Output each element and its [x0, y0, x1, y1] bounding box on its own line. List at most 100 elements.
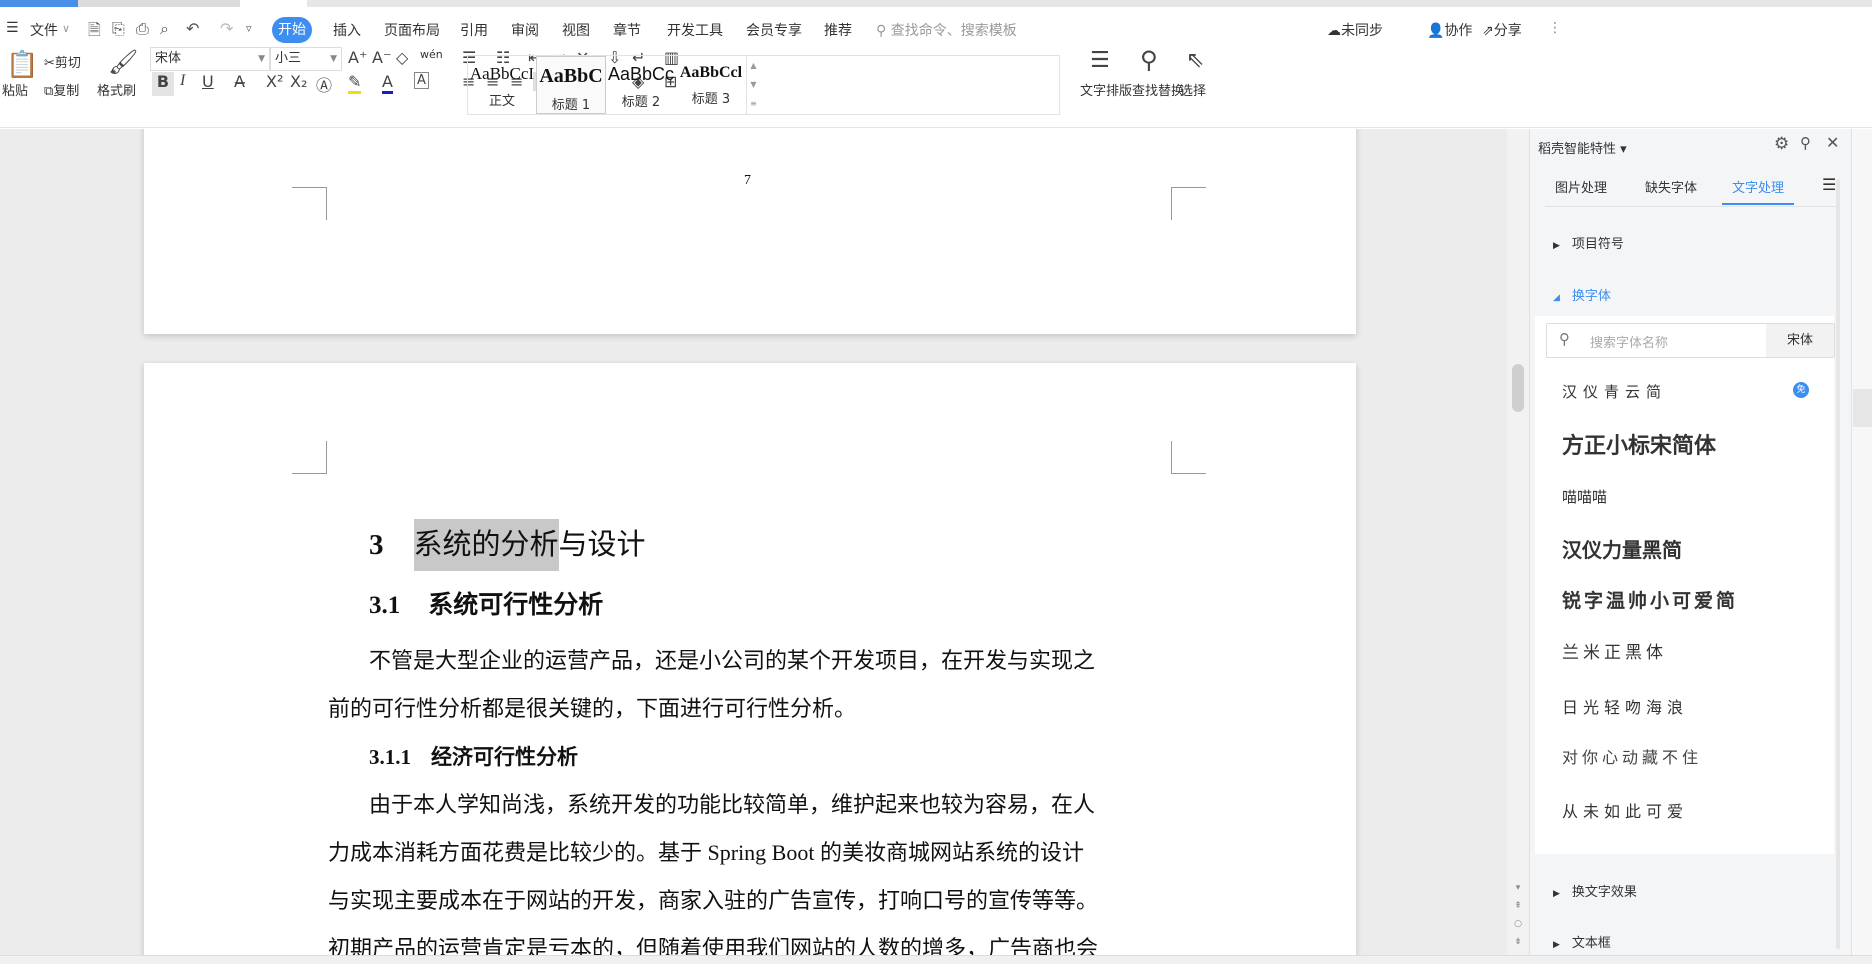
font-item[interactable]: 锐字温帅小可爱简 — [1562, 586, 1738, 613]
font-item[interactable]: 方正小标宋简体 — [1562, 428, 1716, 460]
paragraph-line[interactable]: 由于本人学知尚浅，系统开发的功能比较简单，维护起来也较为容易，在人 — [369, 787, 1095, 819]
tab-page-layout[interactable]: 页面布局 — [384, 20, 440, 40]
collaborate-button[interactable]: 👤协作 — [1427, 20, 1472, 40]
caret-right-icon: ▶ — [1553, 241, 1560, 251]
section-text-effects[interactable]: ▶ 换文字效果 — [1553, 881, 1637, 900]
strikethrough-icon[interactable]: A̶ — [234, 72, 245, 91]
tab-developer[interactable]: 开发工具 — [667, 20, 723, 40]
text-effect-icon[interactable]: Ⓐ — [316, 72, 332, 96]
font-item[interactable]: 汉仪力量黑简 — [1562, 534, 1682, 563]
clear-format-icon[interactable]: ◇ — [396, 48, 408, 67]
chevron-down-icon[interactable]: ∨ — [62, 22, 70, 35]
font-size-select[interactable]: 小三 ▼ — [270, 47, 342, 71]
caret-right-icon: ▶ — [1553, 889, 1560, 899]
section-change-font[interactable]: ◢ 换字体 — [1553, 285, 1611, 304]
format-painter-button[interactable]: 格式刷 — [97, 80, 136, 99]
shrink-font-icon[interactable]: A⁻ — [372, 48, 391, 67]
command-search[interactable]: ⚲ 查找命令、搜索模板 — [876, 20, 1017, 40]
export-pdf-icon[interactable]: ⎘ — [112, 19, 125, 39]
margin-corner — [292, 187, 327, 220]
paragraph-line[interactable]: 与实现主要成本在于网站的开发，商家入驻的广告宣传，打响口号的宣传等等。 — [328, 883, 1098, 915]
tab-missing-fonts[interactable]: 缺失字体 — [1645, 177, 1697, 196]
paragraph-line[interactable]: 不管是大型企业的运营产品，还是小公司的某个开发项目，在开发与实现之 — [369, 643, 1095, 675]
text-layout-button[interactable]: 文字排版 — [1080, 80, 1132, 99]
italic-button[interactable]: I — [180, 72, 185, 90]
hamburger-icon[interactable]: ☰ — [6, 20, 19, 36]
font-item[interactable]: 日光轻吻海浪 — [1562, 694, 1688, 718]
document-canvas[interactable]: 7 3 系统的分析与设计 3.1 系统可行性分析 不管是大型企业的运营产品，还是小公… — [0, 129, 1507, 955]
page-nav-buttons[interactable]: ▾ ⇞ ○ ⇟ — [1512, 879, 1524, 951]
selected-text: 系统的分析 — [413, 519, 559, 571]
tab-member[interactable]: 会员专享 — [746, 20, 802, 40]
style-normal[interactable]: AaBbCcI 正文 — [468, 56, 536, 114]
redo-icon[interactable]: ↷ — [220, 19, 233, 38]
tab-image-processing[interactable]: 图片处理 — [1555, 177, 1607, 196]
save-icon[interactable]: 🗎 — [88, 19, 101, 46]
document-scrollbar[interactable]: ▾ ⇞ ○ ⇟ — [1507, 129, 1529, 955]
more-icon[interactable]: ⋮ — [1548, 20, 1562, 36]
underline-button[interactable]: U — [202, 72, 214, 91]
cloud-icon: ☁ — [1327, 23, 1341, 39]
heading-1[interactable]: 3 系统的分析与设计 — [369, 519, 646, 571]
print-icon[interactable]: ⎙ — [136, 19, 149, 39]
font-item[interactable]: 对你心动藏不住 — [1562, 744, 1702, 768]
font-item[interactable]: 从未如此可爱 — [1562, 798, 1688, 822]
page-7: 7 — [144, 129, 1356, 334]
section-bullets[interactable]: ▶ 项目符号 — [1553, 233, 1624, 252]
font-search-input[interactable]: ⚲ 搜索字体名称 宋体 — [1546, 323, 1835, 358]
font-item[interactable]: 喵喵喵 — [1562, 486, 1607, 507]
scrollbar-thumb[interactable] — [1512, 364, 1524, 412]
tab-view[interactable]: 视图 — [562, 20, 590, 40]
gallery-scroll[interactable]: ▲ ▼ ≡ — [746, 56, 760, 114]
gear-icon[interactable]: ⚙ — [1774, 134, 1789, 154]
style-heading-3[interactable]: AaBbCcl 标题 3 — [676, 56, 746, 114]
panel-scrollbar[interactable] — [1836, 179, 1840, 949]
tab-references[interactable]: 引用 — [460, 20, 488, 40]
cut-button[interactable]: ✂剪切 — [44, 52, 81, 71]
cursor-arrow-icon: ⇖ — [1186, 48, 1205, 73]
file-menu[interactable]: 文件 — [30, 20, 58, 40]
paragraph-line[interactable]: 前的可行性分析都是很关键的，下面进行可行性分析。 — [328, 691, 856, 723]
style-heading-2[interactable]: AaBbCc 标题 2 — [606, 56, 676, 114]
close-icon[interactable]: ✕ — [1826, 133, 1839, 152]
style-heading-1[interactable]: AaBbC 标题 1 — [536, 56, 606, 114]
font-color-icon[interactable]: A — [382, 72, 393, 94]
paste-button[interactable]: 粘贴 — [2, 80, 28, 99]
paragraph-line[interactable]: 力成本消耗方面花费是比较少的。基于 Spring Boot 的美妆商城网站系统的… — [328, 835, 1084, 867]
tab-home[interactable]: 开始 — [272, 17, 312, 43]
grow-font-icon[interactable]: A⁺ — [348, 48, 367, 67]
undo-icon[interactable]: ↶ — [186, 19, 199, 38]
pinyin-guide-button[interactable]: wén — [420, 48, 443, 61]
tab-text-processing[interactable]: 文字处理 — [1722, 177, 1795, 205]
find-replace-button[interactable]: 查找替换 — [1132, 80, 1184, 99]
tab-recommend[interactable]: 推荐 — [824, 20, 852, 40]
tab-chapter[interactable]: 章节 — [613, 20, 641, 40]
sync-status[interactable]: ☁未同步 — [1327, 20, 1383, 40]
panel-title[interactable]: 稻壳智能特性 ▾ — [1538, 138, 1627, 157]
search-icon: ⚲ — [876, 23, 891, 39]
font-family-select[interactable]: 宋体 ▼ — [150, 47, 270, 71]
tab-insert[interactable]: 插入 — [333, 20, 361, 40]
bold-button[interactable]: B — [152, 72, 174, 96]
superscript-icon[interactable]: X² — [266, 72, 283, 91]
heading-2[interactable]: 3.1 系统可行性分析 — [369, 585, 603, 621]
print-preview-icon[interactable]: ⌕ — [160, 19, 169, 39]
highlight-icon[interactable]: ✎ — [348, 72, 362, 94]
margin-corner — [1171, 441, 1206, 474]
section-textbox[interactable]: ▶ 文本框 — [1553, 932, 1611, 951]
paragraph-line[interactable]: 初期产品的运营肯定是亏本的，但随着使用我们网站的人数的增多，广告商也会 — [328, 931, 1098, 955]
pin-icon[interactable]: ⚲ — [1800, 134, 1811, 152]
customize-toolbar-icon[interactable]: ▿ — [246, 22, 252, 35]
side-toolbar-active-item[interactable] — [1853, 389, 1872, 427]
subscript-icon[interactable]: X₂ — [290, 72, 307, 91]
paste-icon[interactable]: 📋 — [6, 50, 38, 80]
menu-icon[interactable]: ☰ — [1822, 175, 1836, 194]
font-item[interactable]: 兰米正黑体 — [1562, 638, 1667, 663]
share-button[interactable]: ⇗分享 — [1482, 20, 1522, 40]
tab-review[interactable]: 审阅 — [511, 20, 539, 40]
char-border-icon[interactable]: A — [414, 72, 429, 89]
copy-button[interactable]: ⧉复制 — [44, 80, 79, 99]
select-button[interactable]: 选择 — [1180, 80, 1206, 99]
font-item[interactable]: 汉仪青云简 — [1562, 381, 1667, 402]
heading-3[interactable]: 3.1.1 经济可行性分析 — [369, 741, 578, 771]
